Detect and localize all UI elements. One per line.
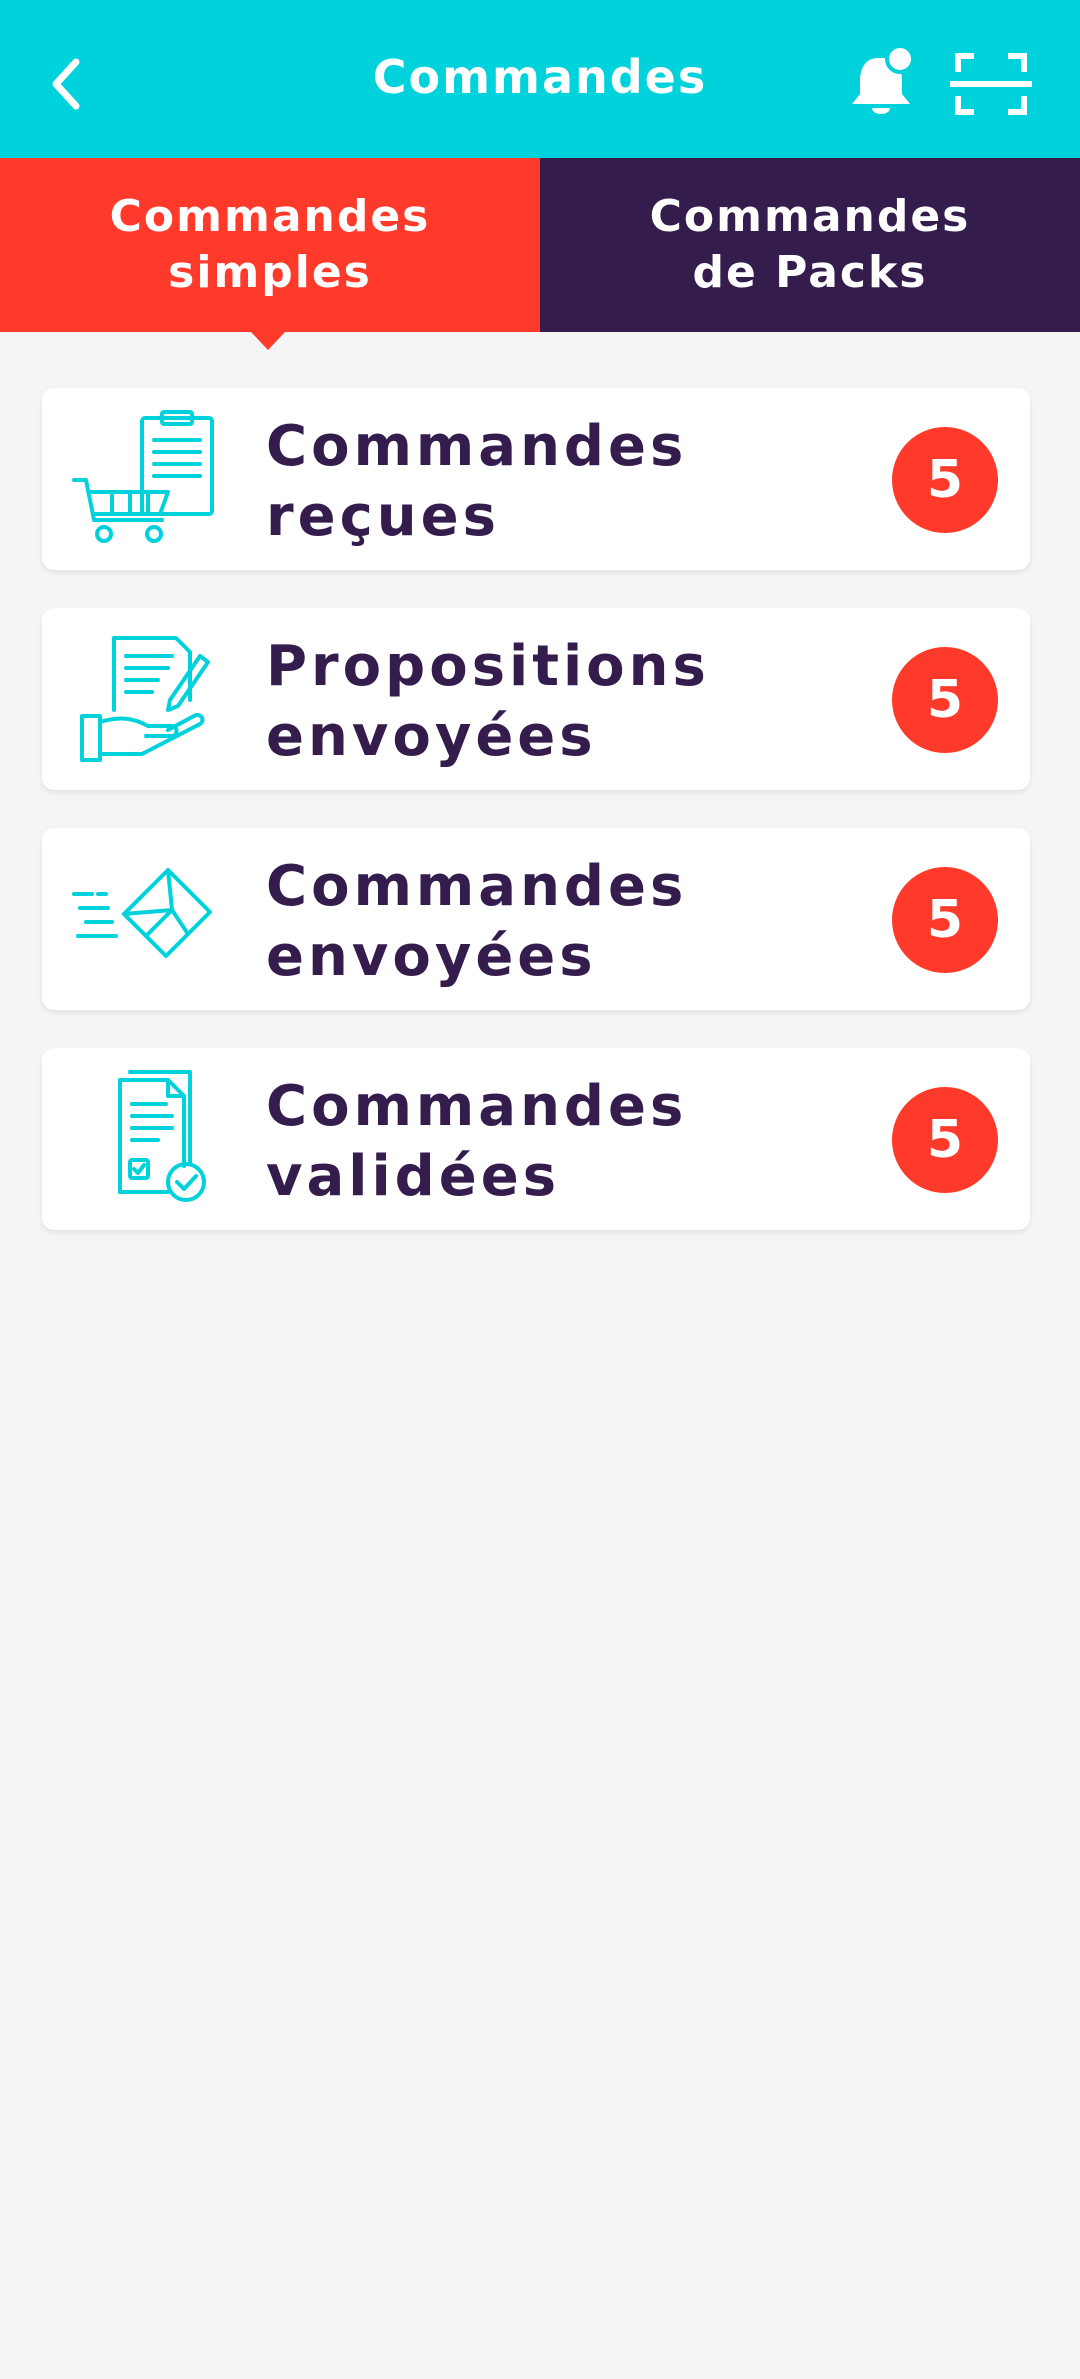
scan-button[interactable] [950, 50, 1032, 118]
label-line: reçues [266, 484, 500, 549]
list-item-commandes-validees[interactable]: Commandes validées 5 [42, 1048, 1030, 1230]
list-item-propositions-envoyees[interactable]: Propositions envoyées 5 [42, 608, 1030, 790]
list-item-label: Commandes envoyées [266, 852, 866, 992]
proposal-hand-icon [72, 630, 222, 770]
label-line: Commandes [266, 1074, 688, 1139]
bell-icon [852, 44, 915, 114]
count-badge: 5 [892, 1087, 998, 1193]
page-title: Commandes [372, 50, 708, 104]
tab-label: Commandes simples [110, 189, 431, 301]
notification-button[interactable] [848, 44, 918, 122]
tab-label-line: de Packs [692, 247, 928, 298]
list-item-label: Commandes reçues [266, 412, 866, 552]
shopping-cart-list-icon [72, 410, 222, 550]
validated-document-icon [72, 1070, 222, 1210]
active-tab-indicator [251, 332, 285, 350]
tab-commandes-simples[interactable]: Commandes simples [0, 158, 540, 332]
tab-label: Commandes de Packs [650, 189, 971, 301]
app-header: Commandes [0, 0, 1080, 158]
send-envelope-icon [72, 850, 222, 990]
label-line: validées [266, 1144, 561, 1209]
tab-label-line: Commandes [109, 191, 431, 242]
list-item-commandes-recues[interactable]: Commandes reçues 5 [42, 388, 1030, 570]
label-line: Propositions [266, 634, 710, 699]
list-item-label: Commandes validées [266, 1072, 866, 1212]
tab-label-line: Commandes [649, 191, 971, 242]
label-line: envoyées [266, 704, 597, 769]
count-badge: 5 [892, 647, 998, 753]
orders-list: Commandes reçues 5 Propositions envoyées… [42, 388, 1030, 1268]
list-item-label: Propositions envoyées [266, 632, 866, 772]
tab-label-line: simples [168, 247, 372, 298]
count-badge: 5 [892, 867, 998, 973]
label-line: Commandes [266, 414, 688, 479]
count-badge: 5 [892, 427, 998, 533]
label-line: envoyées [266, 924, 597, 989]
tab-commandes-packs[interactable]: Commandes de Packs [540, 158, 1080, 332]
tab-bar: Commandes simples Commandes de Packs [0, 158, 1080, 332]
label-line: Commandes [266, 854, 688, 919]
scan-icon [950, 53, 1032, 115]
list-item-commandes-envoyees[interactable]: Commandes envoyées 5 [42, 828, 1030, 1010]
